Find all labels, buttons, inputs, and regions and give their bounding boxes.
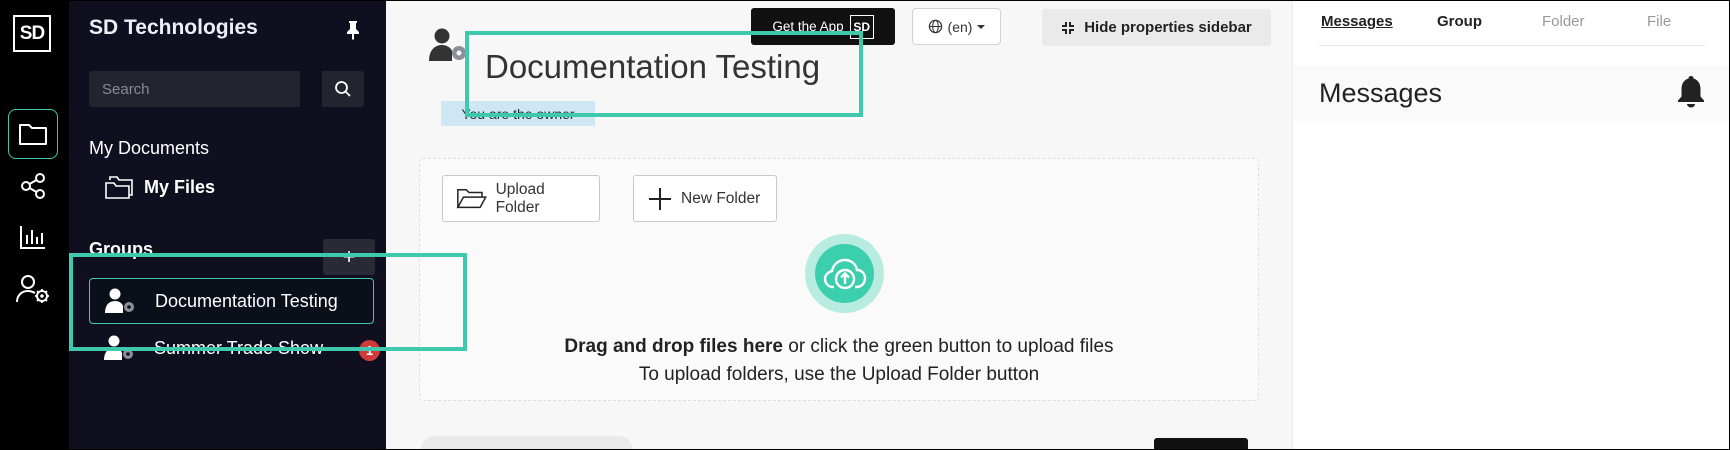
dropzone-instructions: Drag and drop files here or click the gr… — [420, 336, 1258, 358]
my-documents-label: My Documents — [89, 138, 210, 158]
main-content: Get the App SD (en) Hide properties side… — [386, 0, 1292, 450]
upload-button-inner — [815, 244, 874, 303]
dropzone-bold-text: Drag and drop files here — [564, 336, 783, 357]
rail-documents-button[interactable] — [8, 109, 58, 159]
group-label: Summer Trade Show — [154, 337, 324, 358]
hide-sidebar-label: Hide properties sidebar — [1084, 19, 1252, 36]
plus-icon — [649, 187, 671, 210]
add-group-button[interactable]: + — [323, 239, 375, 275]
language-label: (en) — [947, 18, 973, 35]
search-button[interactable] — [321, 71, 364, 107]
hide-properties-sidebar-button[interactable]: Hide properties sidebar — [1042, 9, 1271, 46]
properties-tabs: Messages Group Folder File — [1319, 0, 1705, 46]
groups-heading: Groups — [89, 239, 154, 259]
language-dropdown[interactable]: (en) — [912, 8, 1001, 45]
new-folder-label: New Folder — [681, 189, 761, 207]
caret-down-icon — [977, 24, 986, 29]
org-name: SD Technologies — [89, 16, 258, 39]
dropzone-folder-hint: To upload folders, use the Upload Folder… — [638, 364, 1040, 385]
get-the-app-button[interactable]: Get the App SD — [751, 8, 895, 45]
search-box — [89, 71, 300, 107]
sidebar: SD Technologies My Documents My Files Gr… — [69, 0, 386, 450]
group-settings-icon — [104, 334, 138, 362]
group-item-summer-trade-show[interactable]: Summer Trade Show 1 — [89, 325, 380, 371]
folder-icon — [19, 124, 47, 145]
tab-file[interactable]: File — [1647, 13, 1671, 30]
rail-reports-button[interactable] — [8, 212, 58, 262]
tab-folder[interactable]: Folder — [1542, 13, 1585, 30]
my-files-link[interactable]: My Files — [105, 175, 215, 199]
group-label: Documentation Testing — [155, 290, 338, 311]
upload-files-button[interactable] — [805, 234, 884, 313]
app-logo[interactable]: SD — [13, 15, 51, 52]
messages-title: Messages — [1319, 78, 1443, 108]
open-folder-icon — [456, 188, 487, 208]
dropzone-rest-text: or click the green button to upload file… — [782, 336, 1114, 357]
bell-icon[interactable] — [1676, 74, 1706, 108]
group-settings-icon — [429, 27, 469, 68]
get-app-label: Get the App — [772, 19, 844, 34]
search-input[interactable] — [89, 71, 300, 107]
new-folder-button[interactable]: New Folder — [633, 175, 777, 222]
collapse-icon — [1062, 21, 1075, 34]
rail-user-settings-button[interactable] — [8, 264, 58, 314]
page-title: Documentation Testing — [485, 48, 821, 85]
upload-folder-label: Upload Folder — [495, 180, 545, 216]
globe-icon — [928, 19, 942, 34]
upload-folder-button[interactable]: Upload Folder — [442, 175, 600, 222]
owner-badge: You are the owner — [441, 101, 595, 126]
search-icon — [335, 81, 351, 97]
chart-icon — [20, 226, 45, 249]
notification-badge: 1 — [359, 340, 380, 361]
upload-dropzone[interactable]: Upload Folder New Folder Drag and drop f… — [419, 158, 1259, 401]
tab-group[interactable]: Group — [1437, 13, 1482, 30]
bottom-search-bar[interactable] — [421, 436, 633, 450]
folder-icon — [105, 176, 133, 199]
user-settings-icon — [16, 275, 49, 303]
rail-share-button[interactable] — [8, 161, 58, 211]
icon-rail: SD — [0, 0, 69, 450]
my-files-label: My Files — [144, 176, 216, 197]
group-item-documentation-testing[interactable]: Documentation Testing — [89, 278, 374, 324]
group-settings-icon — [105, 287, 139, 315]
share-icon — [21, 173, 45, 199]
messages-header: Messages — [1293, 66, 1730, 121]
tab-messages[interactable]: Messages — [1321, 13, 1393, 30]
cloud-upload-icon — [823, 258, 866, 289]
app-logo-small: SD — [849, 14, 874, 39]
bottom-action-button[interactable] — [1154, 438, 1248, 450]
pin-icon[interactable] — [345, 20, 361, 45]
properties-sidebar: Messages Group Folder File Messages — [1292, 0, 1730, 450]
